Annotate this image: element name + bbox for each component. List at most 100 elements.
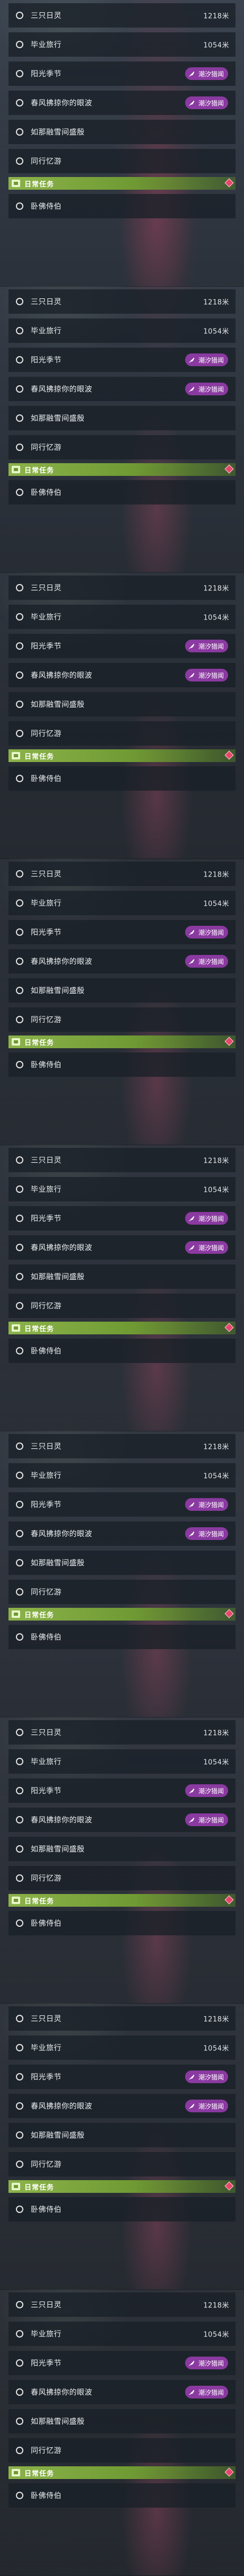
radio-circle-icon[interactable] (16, 928, 23, 936)
radio-circle-icon[interactable] (16, 613, 23, 621)
radio-circle-icon[interactable] (16, 1874, 23, 1882)
task-row[interactable]: 如那融雪间盛殷 (8, 1551, 236, 1575)
radio-circle-icon[interactable] (16, 1472, 23, 1479)
radio-circle-icon[interactable] (16, 1501, 23, 1508)
task-row[interactable]: 春风拂掠你的眼波 潮汐猎闻 (8, 663, 236, 687)
radio-circle-icon[interactable] (16, 1273, 23, 1280)
radio-circle-icon[interactable] (16, 2388, 23, 2396)
daily-task-row[interactable]: 卧佛侍伯 (8, 1911, 236, 1935)
task-row[interactable]: 三只日灵 1218米 (8, 576, 236, 600)
event-tag[interactable]: 潮汐猎闻 (185, 1212, 228, 1225)
task-row[interactable]: 春风拂掠你的眼波 潮汐猎闻 (8, 949, 236, 973)
radio-circle-icon[interactable] (16, 671, 23, 679)
event-tag[interactable]: 潮汐猎闻 (185, 640, 228, 652)
daily-task-row[interactable]: 卧佛侍伯 (8, 1052, 236, 1077)
daily-task-row[interactable]: 卧佛侍伯 (8, 1625, 236, 1649)
radio-circle-icon[interactable] (16, 1156, 23, 1164)
radio-circle-icon[interactable] (16, 1302, 23, 1309)
task-row[interactable]: 毕业旅行 1054米 (8, 318, 236, 343)
daily-task-row[interactable]: 卧佛侍伯 (8, 2483, 236, 2508)
radio-circle-icon[interactable] (16, 1185, 23, 1193)
radio-circle-icon[interactable] (16, 2492, 23, 2499)
event-tag[interactable]: 潮汐猎闻 (185, 955, 228, 968)
radio-circle-icon[interactable] (16, 2206, 23, 2213)
task-row[interactable]: 阳光季节 潮汐猎闻 (8, 61, 236, 86)
task-row[interactable]: 同行忆游 (8, 1007, 236, 1032)
daily-tasks-header[interactable]: 日常任务 (8, 177, 236, 190)
task-row[interactable]: 阳光季节 潮汐猎闻 (8, 2351, 236, 2375)
task-row[interactable]: 如那融雪间盛殷 (8, 692, 236, 716)
radio-circle-icon[interactable] (16, 489, 23, 496)
daily-task-row[interactable]: 卧佛侍伯 (8, 1339, 236, 1363)
task-row[interactable]: 阳光季节 潮汐猎闻 (8, 348, 236, 372)
task-row[interactable]: 毕业旅行 1054米 (8, 1177, 236, 1201)
daily-tasks-header[interactable]: 日常任务 (8, 1322, 236, 1334)
event-tag[interactable]: 潮汐猎闻 (185, 96, 228, 109)
radio-circle-icon[interactable] (16, 958, 23, 965)
task-row[interactable]: 如那融雪间盛殷 (8, 2409, 236, 2433)
task-row[interactable]: 春风拂掠你的眼波 潮汐猎闻 (8, 2380, 236, 2404)
radio-circle-icon[interactable] (16, 414, 23, 422)
radio-circle-icon[interactable] (16, 584, 23, 591)
event-tag[interactable]: 潮汐猎闻 (185, 2100, 228, 2112)
task-row[interactable]: 毕业旅行 1054米 (8, 1749, 236, 1774)
radio-circle-icon[interactable] (16, 1061, 23, 1068)
radio-circle-icon[interactable] (16, 444, 23, 451)
daily-task-row[interactable]: 卧佛侍伯 (8, 480, 236, 504)
radio-circle-icon[interactable] (16, 730, 23, 737)
task-row[interactable]: 同行忆游 (8, 721, 236, 746)
task-row[interactable]: 同行忆游 (8, 1866, 236, 1890)
task-row[interactable]: 如那融雪间盛殷 (8, 120, 236, 144)
task-row[interactable]: 三只日灵 1218米 (8, 2006, 236, 2031)
daily-task-row[interactable]: 卧佛侍伯 (8, 194, 236, 218)
radio-circle-icon[interactable] (16, 41, 23, 48)
task-row[interactable]: 如那融雪间盛殷 (8, 978, 236, 1003)
radio-circle-icon[interactable] (16, 99, 23, 107)
radio-circle-icon[interactable] (16, 157, 23, 165)
task-row[interactable]: 同行忆游 (8, 1294, 236, 1318)
radio-circle-icon[interactable] (16, 701, 23, 708)
radio-circle-icon[interactable] (16, 1442, 23, 1450)
event-tag[interactable]: 潮汐猎闻 (185, 353, 228, 366)
event-tag[interactable]: 潮汐猎闻 (185, 1784, 228, 1797)
radio-circle-icon[interactable] (16, 2131, 23, 2139)
radio-circle-icon[interactable] (16, 2015, 23, 2022)
radio-circle-icon[interactable] (16, 1845, 23, 1853)
task-row[interactable]: 如那融雪间盛殷 (8, 2123, 236, 2147)
radio-circle-icon[interactable] (16, 2044, 23, 2051)
daily-tasks-header[interactable]: 日常任务 (8, 2466, 236, 2479)
daily-tasks-header[interactable]: 日常任务 (8, 1035, 236, 1048)
task-row[interactable]: 三只日灵 1218米 (8, 2292, 236, 2317)
radio-circle-icon[interactable] (16, 1530, 23, 1537)
radio-circle-icon[interactable] (16, 128, 23, 136)
task-row[interactable]: 同行忆游 (8, 149, 236, 173)
event-tag[interactable]: 潮汐猎闻 (185, 926, 228, 939)
radio-circle-icon[interactable] (16, 2359, 23, 2367)
radio-circle-icon[interactable] (16, 1816, 23, 1823)
task-row[interactable]: 毕业旅行 1054米 (8, 605, 236, 629)
task-row[interactable]: 阳光季节 潮汐猎闻 (8, 2065, 236, 2089)
task-row[interactable]: 毕业旅行 1054米 (8, 2322, 236, 2346)
task-row[interactable]: 阳光季节 潮汐猎闻 (8, 634, 236, 658)
task-row[interactable]: 同行忆游 (8, 2438, 236, 2463)
task-row[interactable]: 阳光季节 潮汐猎闻 (8, 1778, 236, 1803)
radio-circle-icon[interactable] (16, 775, 23, 782)
radio-circle-icon[interactable] (16, 1919, 23, 1927)
task-row[interactable]: 三只日灵 1218米 (8, 289, 236, 314)
daily-tasks-header[interactable]: 日常任务 (8, 1894, 236, 1907)
radio-circle-icon[interactable] (16, 1347, 23, 1355)
event-tag[interactable]: 潮汐猎闻 (185, 1498, 228, 1511)
task-row[interactable]: 春风拂掠你的眼波 潮汐猎闻 (8, 2094, 236, 2118)
task-row[interactable]: 三只日灵 1218米 (8, 3, 236, 28)
radio-circle-icon[interactable] (16, 2447, 23, 2454)
daily-tasks-header[interactable]: 日常任务 (8, 463, 236, 476)
daily-tasks-header[interactable]: 日常任务 (8, 749, 236, 762)
event-tag[interactable]: 潮汐猎闻 (185, 2070, 228, 2083)
radio-circle-icon[interactable] (16, 12, 23, 19)
radio-circle-icon[interactable] (16, 1244, 23, 1251)
task-row[interactable]: 春风拂掠你的眼波 潮汐猎闻 (8, 1521, 236, 1546)
event-tag[interactable]: 潮汐猎闻 (185, 1527, 228, 1540)
task-row[interactable]: 同行忆游 (8, 2152, 236, 2176)
task-row[interactable]: 毕业旅行 1054米 (8, 2035, 236, 2060)
task-row[interactable]: 春风拂掠你的眼波 潮汐猎闻 (8, 1235, 236, 1260)
